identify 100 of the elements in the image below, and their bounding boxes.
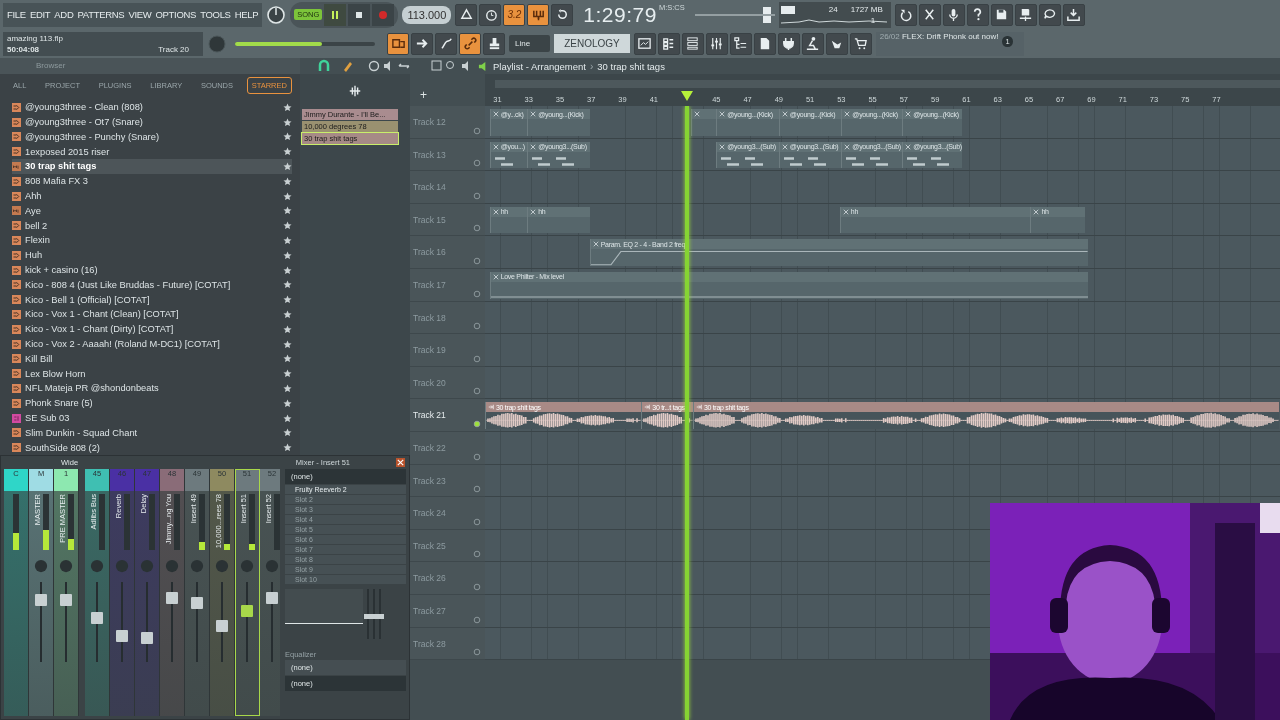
track-name[interactable]: Track 27 [413,605,446,616]
playlist-clip[interactable] [691,109,717,136]
star-icon[interactable] [283,265,292,275]
menu-item[interactable]: EDIT [29,9,51,20]
playhead-marker[interactable] [680,91,693,101]
track-name[interactable]: Track 13 [413,149,446,160]
track-header[interactable]: Track 26 [410,562,485,595]
star-icon[interactable] [283,369,292,379]
fader-handle[interactable] [241,604,253,617]
track-header[interactable]: Track 24 [410,497,485,530]
add-track-button[interactable]: + [420,88,427,102]
track-mute-button[interactable] [473,224,481,233]
star-icon[interactable] [283,309,292,319]
browser-row[interactable]: SouthSide 808 (2) [12,440,292,455]
track-mute-button[interactable] [473,289,481,298]
star-icon[interactable] [283,383,292,393]
browser-row[interactable]: bell 2 [12,218,292,234]
toolbar-button[interactable] [942,3,965,26]
star-icon[interactable] [283,221,292,231]
toolbar-button[interactable] [966,3,989,26]
tempo-field[interactable]: 113.000 [402,5,452,24]
star-icon[interactable] [283,428,292,438]
track-name[interactable]: Track 15 [413,214,446,225]
toolbar-button[interactable] [459,32,481,55]
browser-row[interactable]: Huh [12,247,292,263]
toolbar-button[interactable] [801,32,824,55]
track-header[interactable]: Track 15 [410,203,485,237]
toolbar-button[interactable] [483,32,505,55]
track-name[interactable]: Track 23 [413,475,446,486]
track-mute-button[interactable] [473,485,481,494]
star-icon[interactable] [283,147,292,157]
track-name[interactable]: Track 16 [413,247,446,258]
fader-handle[interactable] [60,593,72,606]
toolbar-button[interactable] [681,32,704,55]
track-mute-button[interactable] [473,159,481,168]
menu-item[interactable]: PATTERNS [77,9,125,20]
browser-row[interactable]: kick + casino (16) [12,262,292,278]
toolbar-button[interactable] [387,32,409,55]
toolbar-button[interactable] [1038,3,1061,26]
track-mute-button[interactable] [473,615,481,624]
menu-item[interactable]: HELP [234,9,259,20]
toolbar-button[interactable] [527,3,550,26]
toolbar-button[interactable] [918,3,941,26]
track-header[interactable]: Track 22 [410,431,485,465]
toolbar-button[interactable] [894,3,917,26]
toolbar-button[interactable] [849,32,872,55]
toolbar-button[interactable] [551,3,574,26]
toolbar-button[interactable] [455,3,478,26]
browser-row[interactable]: Flexin [12,233,292,248]
track-mute-button[interactable] [473,452,481,461]
track-name[interactable]: Track 26 [413,573,446,584]
toolbar-button[interactable] [657,32,680,55]
browser-row[interactable]: Kill Bill [12,351,292,367]
star-icon[interactable] [283,117,292,127]
track-mute-button[interactable] [473,322,481,331]
menu-item[interactable]: VIEW [128,9,152,20]
menu-item[interactable]: OPTIONS [155,9,197,20]
star-icon[interactable] [283,280,292,290]
toolbar-button[interactable] [435,32,457,55]
toolbar-button[interactable] [1014,3,1037,26]
browser-row[interactable]: Kico - Vox 2 - Aaaah! (Roland M-DC1) [COTAT] [12,336,292,352]
track-mute-button[interactable] [473,550,481,559]
browser-row[interactable]: @young3three - Punchy (Snare) [12,129,292,145]
toolbar-button[interactable] [729,32,752,55]
browser-row[interactable]: Kico - Vox 1 - Chant (Dirty) [COTAT] [12,321,292,337]
fader-handle[interactable] [266,592,278,604]
track-header[interactable]: Track 27 [410,594,485,628]
track-header[interactable]: Track 23 [410,464,485,498]
browser-row[interactable]: SE Sub 03 [12,410,292,426]
fader-handle[interactable] [116,629,128,642]
star-icon[interactable] [283,354,292,364]
pattern-name[interactable]: 30 trap shit tags [597,60,665,72]
waveform-icon[interactable] [348,84,362,98]
toolbar-button[interactable] [777,32,800,55]
close-icon[interactable] [396,457,405,467]
star-icon[interactable] [283,161,292,171]
star-icon[interactable] [283,324,292,334]
menu-item[interactable]: ADD [54,9,74,20]
track-header[interactable]: Track 25 [410,529,485,563]
track-header[interactable]: Track 16 [410,236,485,269]
track-mute-button[interactable] [473,517,481,526]
track-header[interactable]: Track 14 [410,171,485,204]
toolbar-button[interactable] [705,32,728,55]
star-icon[interactable] [283,398,292,408]
track-name[interactable]: Track 28 [413,638,446,649]
track-name[interactable]: Track 18 [413,312,446,323]
track-name[interactable]: Track 14 [413,182,446,193]
star-icon[interactable] [283,443,292,453]
stop-button[interactable] [348,3,371,26]
track-header[interactable]: Track 17 [410,268,485,302]
fader-handle[interactable] [91,612,103,624]
toolbar-button[interactable] [990,3,1013,26]
star-icon[interactable] [283,413,292,423]
browser-row[interactable]: 1exposed 2015 riser [12,144,292,160]
toolbar-button[interactable] [633,32,656,55]
fader-handle[interactable] [216,620,228,632]
track-name[interactable]: Track 12 [413,117,446,127]
star-icon[interactable] [283,191,292,201]
snap-dropdown[interactable]: Line [509,35,551,52]
star-icon[interactable] [283,235,292,245]
